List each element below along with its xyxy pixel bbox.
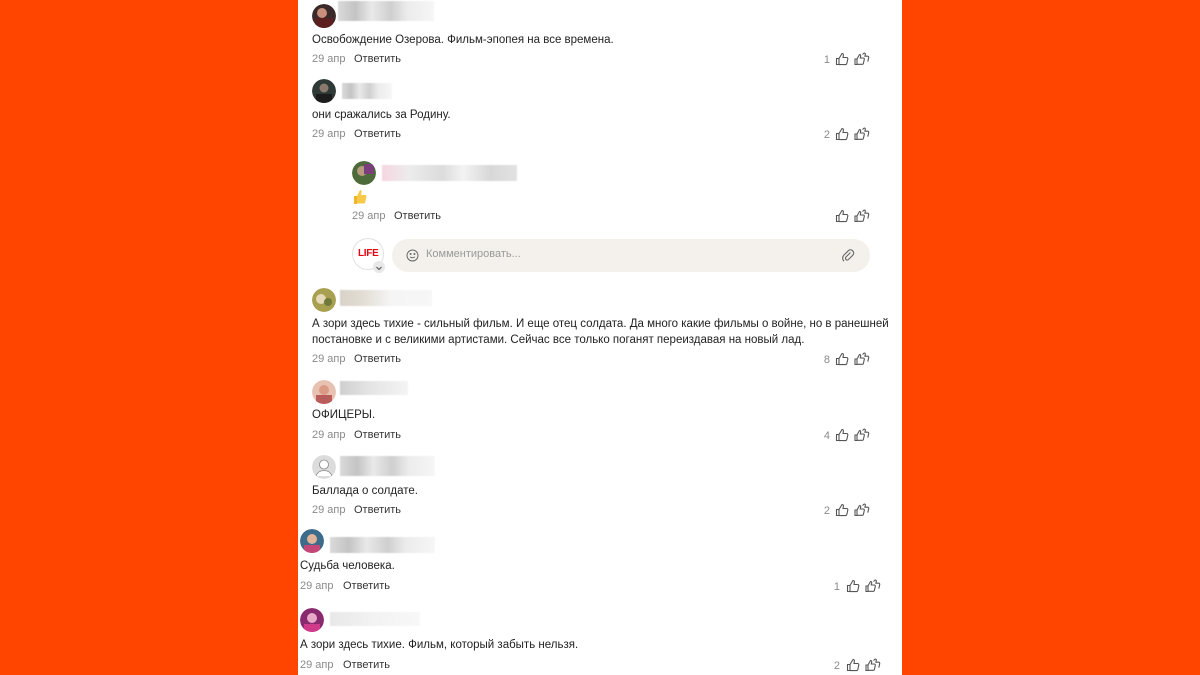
thumb-up-icon[interactable] (835, 352, 849, 366)
comment-text: ОФИЦЕРЫ. (312, 409, 376, 421)
life-logo: LIFE (358, 248, 379, 259)
avatar[interactable] (312, 79, 336, 103)
thumb-up-icon[interactable] (835, 503, 849, 517)
thumbs-up-emoji (352, 189, 368, 205)
username-blurred[interactable] (382, 165, 517, 181)
avatar[interactable] (300, 529, 324, 553)
username-blurred[interactable] (340, 381, 408, 395)
reply-button[interactable]: Ответить (343, 659, 390, 671)
thumb-up-icon[interactable] (846, 658, 860, 672)
comment-date: 29 апр (300, 580, 334, 592)
reply-button[interactable]: Ответить (354, 504, 401, 516)
paperclip-icon[interactable] (841, 248, 855, 263)
username-blurred[interactable] (342, 83, 392, 99)
double-thumb-icon[interactable] (854, 352, 870, 366)
comment-date: 29 апр (312, 504, 346, 516)
username-blurred[interactable] (338, 1, 434, 21)
avatar[interactable] (352, 161, 376, 185)
comment-text-line-2: постановке и с великими артистами. Сейча… (312, 334, 805, 346)
reply-button[interactable]: Ответить (394, 210, 441, 222)
reply-button[interactable]: Ответить (354, 353, 401, 365)
like-count: 1 (833, 581, 840, 593)
username-blurred[interactable] (340, 456, 435, 476)
comment-date: 29 апр (352, 210, 386, 222)
comment-date: 29 апр (300, 659, 334, 671)
double-thumb-icon[interactable] (854, 52, 870, 66)
life-avatar[interactable]: LIFE (352, 238, 385, 273)
comment-text: Баллада о солдате. (312, 485, 418, 497)
like-count: 2 (823, 129, 830, 141)
comment-date: 29 апр (312, 128, 346, 140)
like-count: 2 (823, 505, 830, 517)
smile-icon[interactable] (406, 249, 419, 262)
avatar[interactable] (312, 455, 336, 479)
comment-text: Освобождение Озерова. Фильм-эпопея на вс… (312, 34, 614, 46)
double-thumb-icon[interactable] (854, 503, 870, 517)
reply-button[interactable]: Ответить (354, 429, 401, 441)
comment-input-placeholder: Комментировать... (426, 248, 521, 260)
thumb-up-icon[interactable] (835, 428, 849, 442)
double-thumb-icon[interactable] (854, 127, 870, 141)
double-thumb-icon[interactable] (865, 579, 881, 593)
reply-button[interactable]: Ответить (343, 580, 390, 592)
comment-text: они сражались за Родину. (312, 109, 451, 121)
thumb-up-icon[interactable] (835, 52, 849, 66)
comment-date: 29 апр (312, 353, 346, 365)
avatar[interactable] (312, 288, 336, 312)
comments-panel: Освобождение Озерова. Фильм-эпопея на вс… (298, 0, 902, 675)
double-thumb-icon[interactable] (854, 209, 870, 223)
avatar[interactable] (312, 4, 336, 28)
thumb-up-icon[interactable] (835, 209, 849, 223)
thumb-up-icon[interactable] (835, 127, 849, 141)
username-blurred[interactable] (330, 612, 420, 626)
comment-text: А зори здесь тихие - сильный фильм. И ещ… (312, 318, 889, 330)
comment-date: 29 апр (312, 53, 346, 65)
username-blurred[interactable] (330, 537, 435, 553)
chevron-down-icon[interactable] (373, 261, 385, 273)
reply-button[interactable]: Ответить (354, 53, 401, 65)
avatar[interactable] (312, 380, 336, 404)
username-blurred[interactable] (340, 290, 432, 306)
thumb-up-icon[interactable] (846, 579, 860, 593)
comment-date: 29 апр (312, 429, 346, 441)
comment-input[interactable]: Комментировать... (392, 239, 870, 272)
double-thumb-icon[interactable] (865, 658, 881, 672)
comment-text: Судьба человека. (300, 560, 395, 572)
like-count: 4 (823, 430, 830, 442)
like-count: 8 (823, 354, 830, 366)
like-count: 1 (823, 54, 830, 66)
reply-button[interactable]: Ответить (354, 128, 401, 140)
like-count: 2 (833, 660, 840, 672)
comment-text: А зори здесь тихие. Фильм, который забыт… (300, 639, 579, 651)
avatar[interactable] (300, 608, 324, 632)
double-thumb-icon[interactable] (854, 428, 870, 442)
